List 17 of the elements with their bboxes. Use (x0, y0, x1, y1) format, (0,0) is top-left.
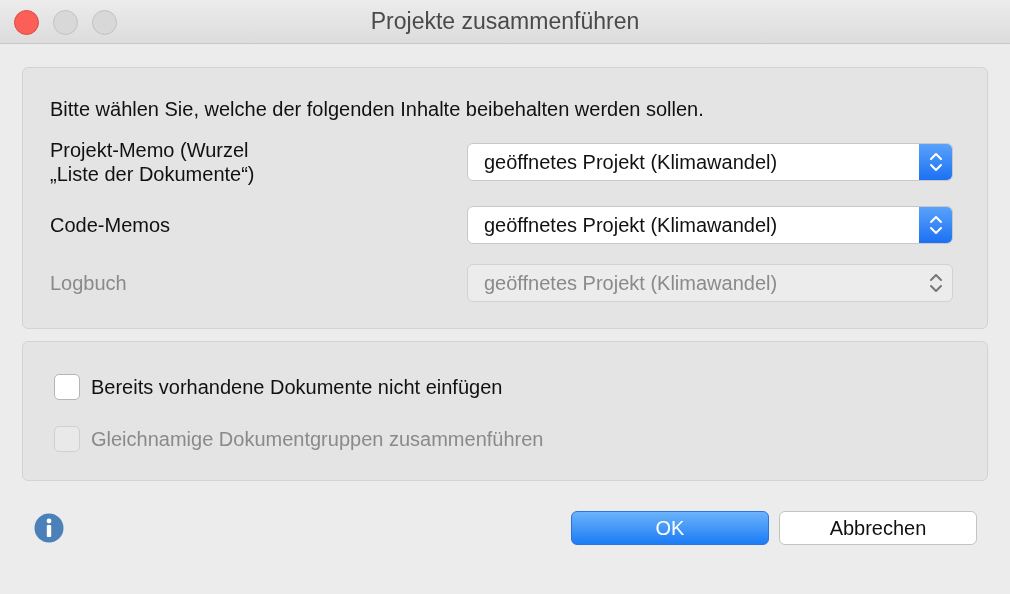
stepper-icon (928, 213, 943, 237)
instruction-text: Bitte wählen Sie, welche der folgenden Inhalte beibehalten werden sollen. (50, 97, 705, 122)
stepper-icon (928, 150, 943, 174)
close-button[interactable] (14, 10, 39, 35)
dropdown: geöffnetes Projekt (Klimawandel) (467, 264, 953, 302)
info-icon[interactable] (34, 513, 64, 543)
checkbox[interactable] (54, 374, 80, 400)
field-label: Projekt-Memo (Wurzel „Liste der Dokumente“) (50, 138, 256, 186)
window-title: Projekte zusammenführen (370, 7, 640, 37)
checkbox-label: Gleichnamige Dokumentgruppen zusammenführen (91, 427, 544, 452)
dropdown[interactable]: geöffnetes Projekt (Klimawandel) (467, 143, 953, 181)
cancel-button[interactable]: Abbrechen (779, 511, 977, 545)
checkbox-label: Bereits vorhandene Dokumente nicht einfügen (91, 375, 503, 400)
dropdown[interactable]: geöffnetes Projekt (Klimawandel) (467, 206, 953, 244)
field-label: Code-Memos (50, 213, 172, 237)
stepper-icon (928, 271, 943, 295)
field-label: Logbuch (50, 271, 128, 295)
